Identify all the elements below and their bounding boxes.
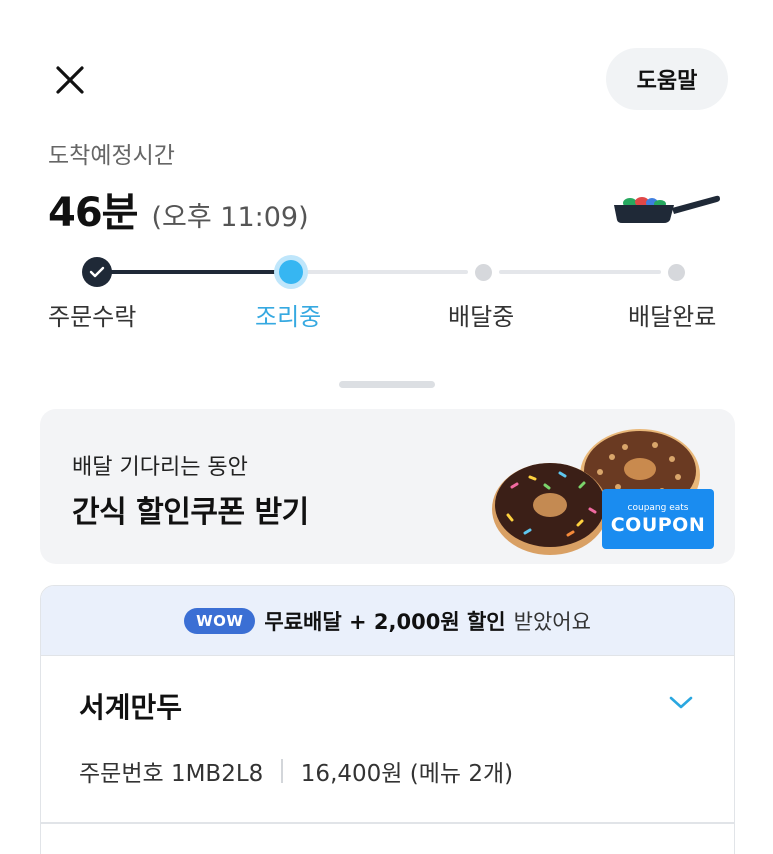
step-dot-delivered: [668, 264, 685, 281]
progress-track-pending: [499, 270, 661, 274]
step-label-accepted: 주문수락: [48, 303, 137, 331]
step-label-delivering: 배달중: [448, 303, 515, 331]
coupon-brand: coupang eats: [627, 503, 689, 513]
eta-clock-time: (오후 11:09): [151, 202, 309, 233]
snack-coupon-banner[interactable]: 배달 기다리는 동안 간식 할인쿠폰 받기 coupang eats COUPO…: [40, 409, 735, 564]
close-icon: [56, 66, 84, 94]
progress-track-pending: [291, 270, 468, 274]
order-meta: 주문번호 1MB2L8 16,400원 (메뉴 2개): [79, 754, 513, 788]
help-button[interactable]: 도움말: [606, 48, 728, 110]
promo-title: 간식 할인쿠폰 받기: [72, 495, 309, 530]
wow-benefit-banner: WOW 무료배달 + 2,000원 할인 받았어요: [41, 586, 734, 656]
wow-benefit-tail: 받았어요: [513, 609, 591, 634]
progress-track-done: [97, 270, 291, 274]
order-number: 주문번호 1MB2L8: [79, 761, 264, 787]
card-divider: [41, 822, 734, 824]
check-icon: [89, 266, 105, 278]
close-button[interactable]: [50, 60, 90, 100]
eta-label: 도착예정시간: [48, 143, 175, 169]
eta-row: 46분 (오후 11:09): [48, 180, 309, 238]
chevron-down-icon: [669, 696, 693, 709]
frying-pan-icon: [614, 195, 720, 223]
order-card: WOW 무료배달 + 2,000원 할인 받았어요 서계만두 주문번호 1MB2…: [40, 585, 735, 854]
step-dot-accepted: [82, 257, 112, 287]
coupon-ticket: coupang eats COUPON: [602, 489, 714, 549]
step-label-cooking: 조리중: [255, 303, 322, 331]
sheet-drag-handle[interactable]: [339, 381, 435, 388]
eta-minutes: 46분: [48, 190, 138, 236]
meta-divider: [281, 759, 283, 783]
wow-badge: WOW: [184, 607, 256, 634]
order-summary: 16,400원 (메뉴 2개): [300, 761, 514, 787]
step-label-delivered: 배달완료: [628, 303, 717, 331]
step-dot-cooking: [274, 255, 308, 289]
expand-order-button[interactable]: [666, 690, 696, 714]
wow-benefit-text: 무료배달 + 2,000원 할인: [264, 609, 506, 634]
store-name: 서계만두: [79, 691, 183, 724]
step-dot-delivering: [475, 264, 492, 281]
coupon-word: COUPON: [610, 514, 706, 536]
promo-subtitle: 배달 기다리는 동안: [72, 455, 248, 480]
